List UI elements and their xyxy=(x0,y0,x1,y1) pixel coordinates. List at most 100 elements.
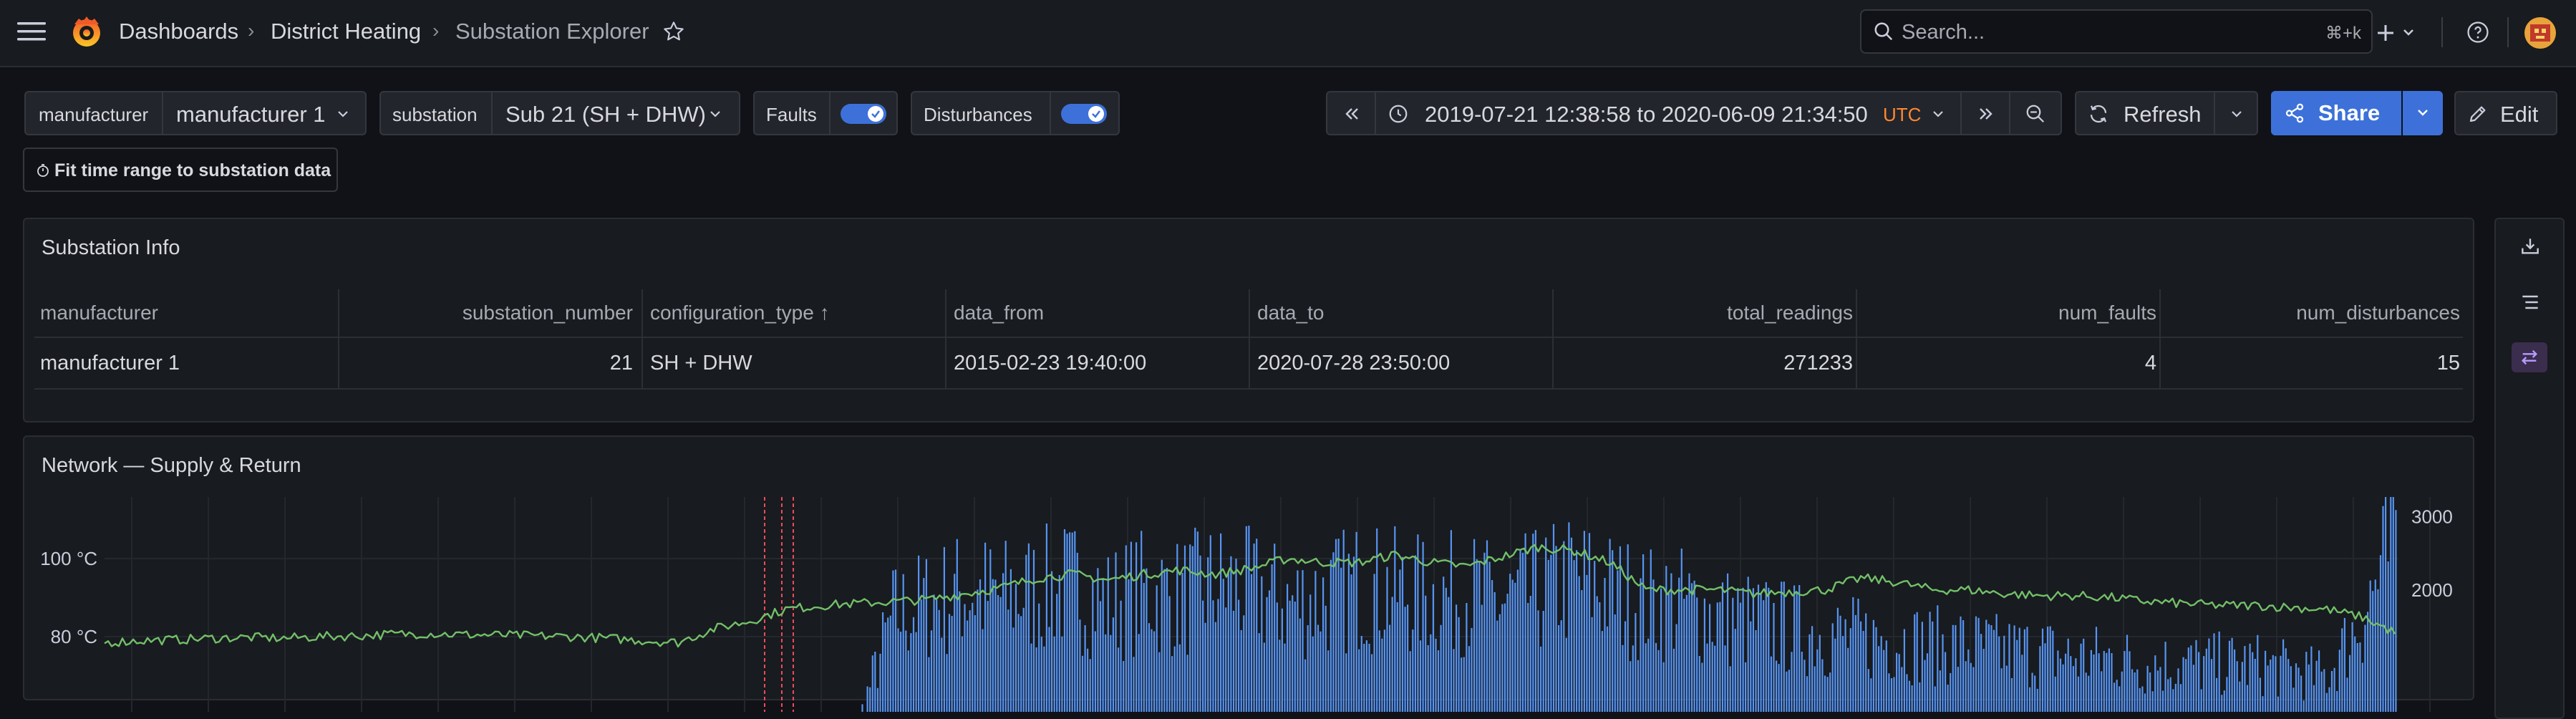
navbar-divider xyxy=(2507,17,2509,47)
share-dropdown[interactable] xyxy=(2403,91,2443,135)
double-chevron-left-icon xyxy=(1342,104,1362,124)
help-icon[interactable] xyxy=(2466,20,2490,44)
column-header-configuration-type[interactable]: configuration_type ↑ xyxy=(650,289,830,337)
faults-toggle[interactable] xyxy=(841,104,886,124)
disturbances-variable[interactable]: Disturbances xyxy=(911,91,1120,135)
fit-time-range-label: Fit time range to substation data xyxy=(54,160,331,180)
y-tick-label-left: 80 °C xyxy=(51,626,97,647)
menu-icon[interactable] xyxy=(17,20,46,43)
column-header-manufacturer[interactable]: manufacturer xyxy=(40,289,158,337)
content-outline-toggle[interactable] xyxy=(2512,342,2547,372)
time-shift-forward-button[interactable] xyxy=(1960,91,2010,135)
share-icon xyxy=(2284,102,2305,124)
zoom-out-button[interactable] xyxy=(2009,91,2062,135)
cell-num-disturbances: 15 xyxy=(2436,352,2460,375)
column-divider xyxy=(1552,289,1554,390)
faults-variable-label: Faults xyxy=(766,104,817,125)
cell-configuration-type: SH + DHW xyxy=(650,352,752,375)
breadcrumb-current: Substation Explorer xyxy=(455,19,649,44)
breadcrumb-folder[interactable]: District Heating xyxy=(271,19,421,44)
column-divider xyxy=(945,289,946,390)
y-tick-label-right: 2000 xyxy=(2411,579,2453,601)
substation-variable-value[interactable]: Sub 21 (SH + DHW) xyxy=(505,102,706,127)
chevron-down-icon xyxy=(1930,107,1946,121)
breadcrumb-dashboards[interactable]: Dashboards xyxy=(119,19,238,44)
network-supply-return-panel: Network — Supply & Return 100 °C80 °C400… xyxy=(23,435,2474,712)
edit-button[interactable]: Edit xyxy=(2454,91,2557,135)
top-navbar: Dashboards › District Heating › Substati… xyxy=(0,0,2576,67)
panel-title: Substation Info xyxy=(42,236,180,259)
fit-time-range-button[interactable]: Fit time range to substation data xyxy=(23,148,338,192)
user-avatar[interactable] xyxy=(2524,17,2556,49)
clock-icon xyxy=(1388,103,1409,125)
column-header-data-to[interactable]: data_to xyxy=(1257,289,1324,337)
cell-manufacturer: manufacturer 1 xyxy=(40,352,180,375)
search-shortcut: ⌘+k xyxy=(2325,24,2361,43)
variable-divider xyxy=(491,92,493,134)
timezone-badge: UTC xyxy=(1883,104,1922,125)
variable-divider xyxy=(1050,92,1051,134)
breadcrumb-separator-icon: › xyxy=(248,19,255,42)
outline-list-icon[interactable] xyxy=(2519,291,2542,314)
refresh-interval-dropdown[interactable] xyxy=(2214,91,2258,135)
cell-data-from: 2015-02-23 19:40:00 xyxy=(954,352,1147,375)
chevron-down-icon xyxy=(335,107,351,121)
y-tick-label-right: 3000 xyxy=(2411,506,2453,528)
share-label: Share xyxy=(2318,100,2381,125)
column-divider xyxy=(1249,289,1250,390)
variable-divider xyxy=(162,92,163,134)
time-shift-back-button[interactable] xyxy=(1326,91,1376,135)
share-button[interactable]: Share xyxy=(2271,91,2401,135)
column-header-data-from[interactable]: data_from xyxy=(954,289,1044,337)
refresh-button[interactable]: Refresh xyxy=(2075,91,2215,135)
refresh-label: Refresh xyxy=(2124,102,2202,127)
y-tick-label-left: 100 °C xyxy=(40,548,97,569)
substation-variable-label: substation xyxy=(392,104,478,125)
panel-title: Network — Supply & Return xyxy=(42,454,301,477)
add-new-icon[interactable] xyxy=(2376,19,2421,45)
column-divider xyxy=(1856,289,1857,390)
manufacturer-variable-label: manufacturer xyxy=(39,104,149,125)
time-range-text: 2019-07-21 12:38:58 to 2020-06-09 21:34:… xyxy=(1425,102,1868,127)
column-divider xyxy=(2159,289,2161,390)
column-header-substation-number[interactable]: substation_number xyxy=(338,289,633,337)
column-header-num-disturbances[interactable]: num_disturbances xyxy=(2165,289,2460,337)
variable-divider xyxy=(829,92,831,134)
right-sidebar xyxy=(2494,218,2565,719)
supply-return-chart[interactable]: 100 °C80 °C400030002000 xyxy=(24,497,2473,712)
column-header-total-readings[interactable]: total_readings xyxy=(1558,289,1853,337)
substation-variable[interactable]: substation Sub 21 (SH + DHW) xyxy=(379,91,740,135)
time-range-picker[interactable]: 2019-07-21 12:38:58 to 2020-06-09 21:34:… xyxy=(1375,91,1962,135)
cell-total-readings: 271233 xyxy=(1783,352,1853,375)
substation-info-panel: Substation Info manufacturer substation_… xyxy=(23,218,2474,423)
toggle-check-icon xyxy=(868,106,883,122)
edit-label: Edit xyxy=(2500,102,2539,127)
stopwatch-icon xyxy=(36,163,50,178)
breadcrumb-separator-icon: › xyxy=(432,19,440,42)
search-bar[interactable]: Search... ⌘+k xyxy=(1860,9,2373,54)
zoom-out-icon xyxy=(2025,103,2046,125)
column-divider xyxy=(641,289,643,390)
swap-arrows-icon xyxy=(2519,347,2539,367)
pencil-icon xyxy=(2467,103,2489,125)
series-line-return-flow xyxy=(820,497,2397,712)
toggle-check-icon xyxy=(1088,106,1104,122)
chevron-down-icon xyxy=(2415,105,2431,120)
chevron-down-icon xyxy=(2229,107,2245,121)
double-chevron-right-icon xyxy=(1976,104,1996,124)
cell-substation-number: 21 xyxy=(609,352,633,375)
refresh-icon xyxy=(2088,103,2109,125)
navbar-divider xyxy=(2441,17,2443,47)
grafana-logo-icon[interactable] xyxy=(69,14,105,50)
cell-num-faults: 4 xyxy=(2144,352,2156,375)
chevron-down-icon xyxy=(707,107,723,121)
disturbances-toggle[interactable] xyxy=(1061,104,1107,124)
download-icon[interactable] xyxy=(2519,235,2542,258)
manufacturer-variable-value[interactable]: manufacturer 1 xyxy=(176,102,326,127)
manufacturer-variable[interactable]: manufacturer manufacturer 1 xyxy=(24,91,367,135)
column-header-num-faults[interactable]: num_faults xyxy=(1861,289,2156,337)
faults-variable[interactable]: Faults xyxy=(753,91,898,135)
search-placeholder: Search... xyxy=(1902,21,1985,44)
star-icon[interactable] xyxy=(662,20,685,43)
search-icon xyxy=(1873,21,1894,42)
